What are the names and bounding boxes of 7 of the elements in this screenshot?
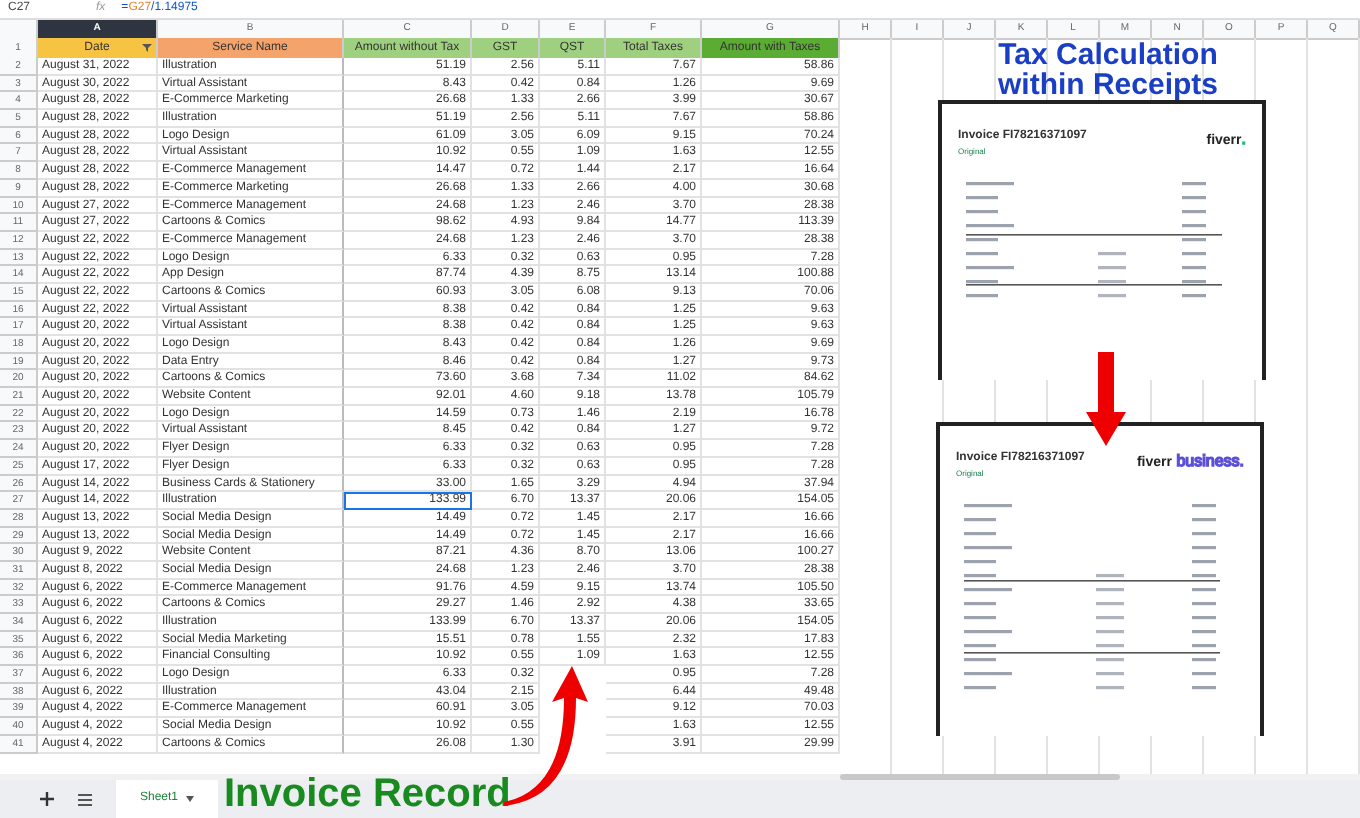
scrollbar[interactable] — [840, 774, 1120, 780]
caret-icon — [186, 796, 195, 802]
filter-icon[interactable] — [142, 44, 152, 52]
menu-icon[interactable] — [78, 793, 92, 805]
caption: Invoice Record — [224, 772, 511, 816]
heading: Tax Calculation within Receipts — [995, 40, 1221, 100]
add-sheet-icon[interactable] — [40, 792, 54, 806]
